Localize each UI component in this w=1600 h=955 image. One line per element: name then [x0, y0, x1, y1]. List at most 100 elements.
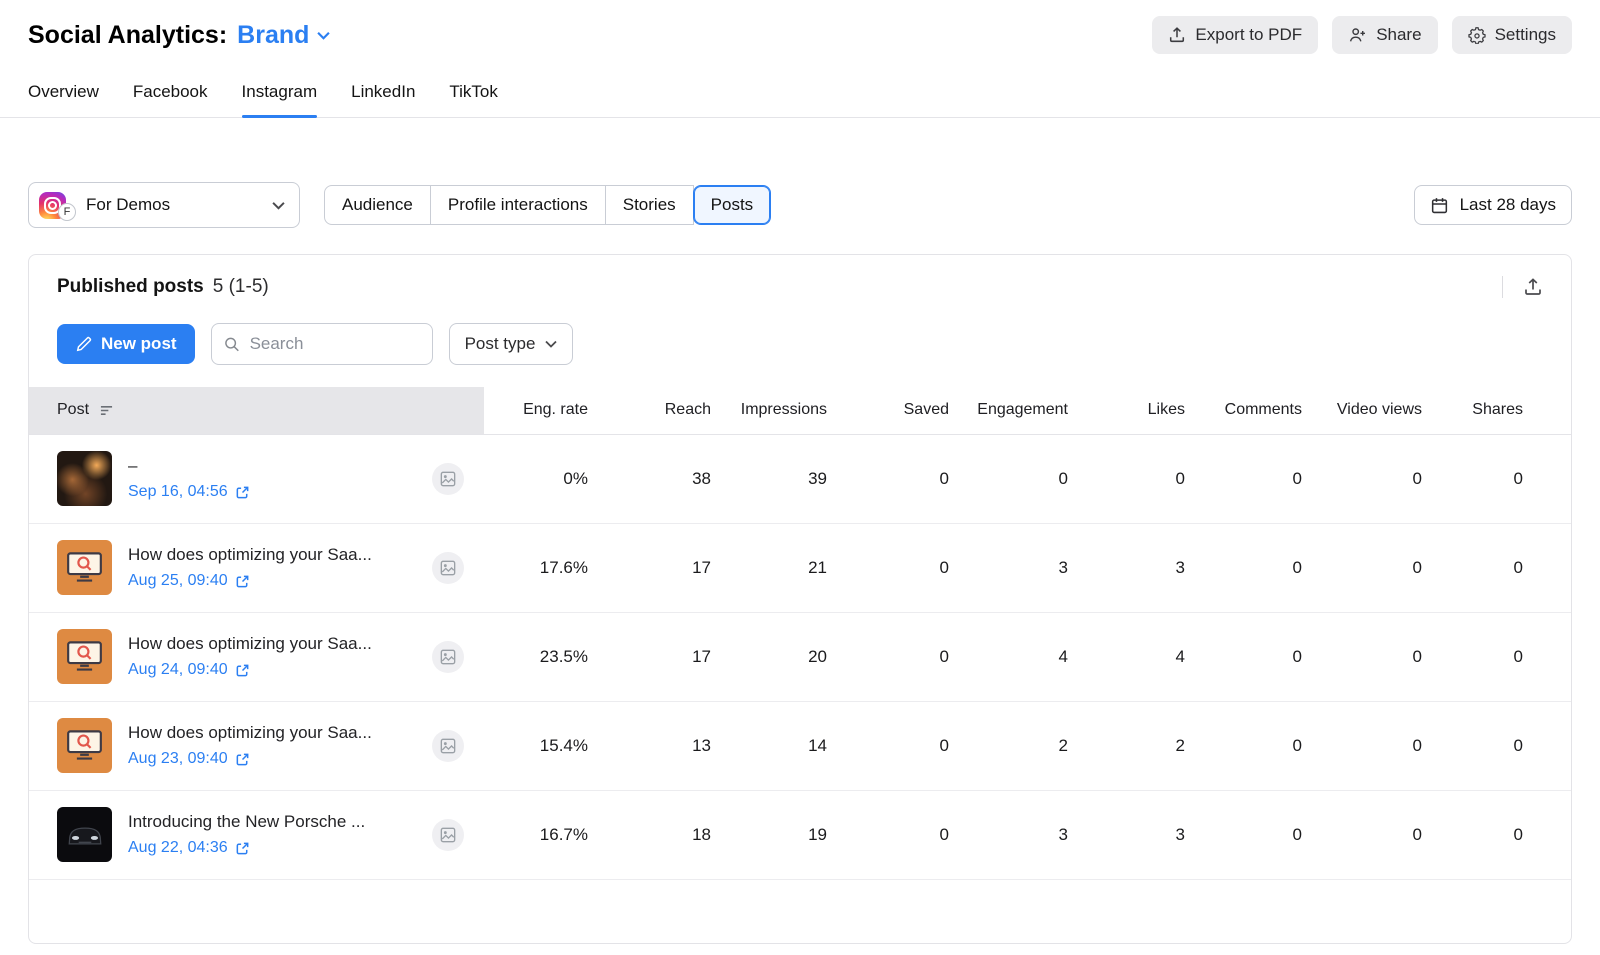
table-row: – Sep 16, 04:56 0% 38 39 0 [29, 434, 1571, 523]
date-range-button[interactable]: Last 28 days [1414, 185, 1572, 225]
post-date: Aug 23, 09:40 [128, 750, 228, 768]
column-header-engagement[interactable]: Engagement [973, 387, 1092, 434]
project-picker[interactable]: Brand [237, 21, 330, 50]
post-date-link[interactable]: Aug 25, 09:40 [128, 572, 372, 590]
column-header-shares[interactable]: Shares [1446, 387, 1571, 434]
post-thumbnail [57, 540, 112, 595]
column-header-impressions[interactable]: Impressions [735, 387, 851, 434]
segment-profile-interactions[interactable]: Profile interactions [430, 185, 606, 225]
posts-table: Post Eng. rate Reach Impressions Saved E… [29, 387, 1571, 880]
panel-count: 5 (1-5) [213, 276, 269, 298]
tab-overview[interactable]: Overview [28, 82, 99, 117]
export-pdf-label: Export to PDF [1195, 25, 1302, 45]
date-range-label: Last 28 days [1460, 195, 1556, 215]
post-title: How does optimizing your Saa... [128, 545, 372, 565]
cell-likes: 3 [1092, 523, 1209, 612]
post-date-link[interactable]: Aug 23, 09:40 [128, 750, 372, 768]
cell-impressions: 20 [735, 612, 851, 701]
tab-instagram[interactable]: Instagram [242, 82, 318, 117]
post-date-link[interactable]: Aug 22, 04:36 [128, 839, 365, 857]
post-date-link[interactable]: Aug 24, 09:40 [128, 661, 372, 679]
published-posts-card: Published posts 5 (1-5) New post Post ty… [28, 254, 1572, 944]
cell-engagement: 3 [973, 790, 1092, 879]
cell-shares: 0 [1446, 523, 1571, 612]
cell-comments: 0 [1209, 523, 1326, 612]
cell-impressions: 21 [735, 523, 851, 612]
share-label: Share [1376, 25, 1421, 45]
cell-reach: 13 [612, 701, 735, 790]
column-header-saved[interactable]: Saved [851, 387, 973, 434]
table-header-row: Post Eng. rate Reach Impressions Saved E… [29, 387, 1571, 434]
cell-saved: 0 [851, 701, 973, 790]
monitor-illustration [66, 729, 103, 762]
column-header-eng-rate[interactable]: Eng. rate [484, 387, 612, 434]
table-row: Introducing the New Porsche ... Aug 22, … [29, 790, 1571, 879]
chevron-down-icon [317, 31, 330, 40]
project-name: Brand [237, 21, 309, 50]
chevron-down-icon [545, 340, 557, 348]
post-type-select[interactable]: Post type [449, 323, 574, 365]
post-title: – [128, 456, 250, 476]
sort-icon [99, 404, 114, 417]
cell-video-views: 0 [1326, 434, 1446, 523]
segment-stories[interactable]: Stories [605, 185, 694, 225]
column-header-video-views[interactable]: Video views [1326, 387, 1446, 434]
image-type-badge [432, 552, 464, 584]
account-select[interactable]: F For Demos [28, 182, 300, 228]
pencil-icon [75, 336, 92, 353]
channel-tabs: Overview Facebook Instagram LinkedIn Tik… [0, 82, 1600, 118]
share-button[interactable]: Share [1332, 16, 1437, 54]
column-header-likes[interactable]: Likes [1092, 387, 1209, 434]
cell-comments: 0 [1209, 701, 1326, 790]
cell-saved: 0 [851, 612, 973, 701]
segment-audience[interactable]: Audience [324, 185, 431, 225]
external-link-icon [235, 663, 250, 678]
cell-eng-rate: 0% [484, 434, 612, 523]
cell-shares: 0 [1446, 701, 1571, 790]
table-toolbar: New post Post type [29, 311, 1571, 387]
cell-shares: 0 [1446, 434, 1571, 523]
image-type-badge [432, 641, 464, 673]
post-thumbnail [57, 807, 112, 862]
calendar-icon [1430, 196, 1449, 215]
column-header-post[interactable]: Post [29, 387, 484, 434]
export-table-button[interactable] [1521, 275, 1545, 299]
image-icon [440, 560, 456, 576]
tab-tiktok[interactable]: TikTok [449, 82, 498, 117]
cell-video-views: 0 [1326, 701, 1446, 790]
cell-video-views: 0 [1326, 612, 1446, 701]
cell-reach: 17 [612, 523, 735, 612]
external-link-icon [235, 752, 250, 767]
new-post-label: New post [101, 334, 177, 354]
cell-comments: 0 [1209, 434, 1326, 523]
account-name: For Demos [86, 195, 170, 215]
new-post-button[interactable]: New post [57, 324, 195, 364]
column-header-comments[interactable]: Comments [1209, 387, 1326, 434]
account-badge: F [58, 203, 76, 221]
image-icon [440, 827, 456, 843]
search-icon [223, 336, 240, 353]
tab-facebook[interactable]: Facebook [133, 82, 208, 117]
cell-saved: 0 [851, 523, 973, 612]
post-thumbnail [57, 629, 112, 684]
post-date-link[interactable]: Sep 16, 04:56 [128, 483, 250, 501]
filter-row: F For Demos Audience Profile interaction… [28, 182, 1572, 228]
settings-button[interactable]: Settings [1452, 16, 1572, 54]
table-row: How does optimizing your Saa... Aug 24, … [29, 612, 1571, 701]
panel-title: Published posts [57, 276, 204, 298]
post-date: Aug 22, 04:36 [128, 839, 228, 857]
image-type-badge [432, 730, 464, 762]
cell-saved: 0 [851, 790, 973, 879]
cell-engagement: 2 [973, 701, 1092, 790]
export-pdf-button[interactable]: Export to PDF [1152, 16, 1318, 54]
settings-label: Settings [1495, 25, 1556, 45]
table-row: How does optimizing your Saa... Aug 25, … [29, 523, 1571, 612]
image-icon [440, 649, 456, 665]
post-date: Aug 24, 09:40 [128, 661, 228, 679]
tab-linkedin[interactable]: LinkedIn [351, 82, 415, 117]
cell-shares: 0 [1446, 612, 1571, 701]
search-input[interactable] [211, 323, 433, 365]
segment-posts[interactable]: Posts [693, 185, 772, 225]
column-header-reach[interactable]: Reach [612, 387, 735, 434]
cell-likes: 0 [1092, 434, 1209, 523]
